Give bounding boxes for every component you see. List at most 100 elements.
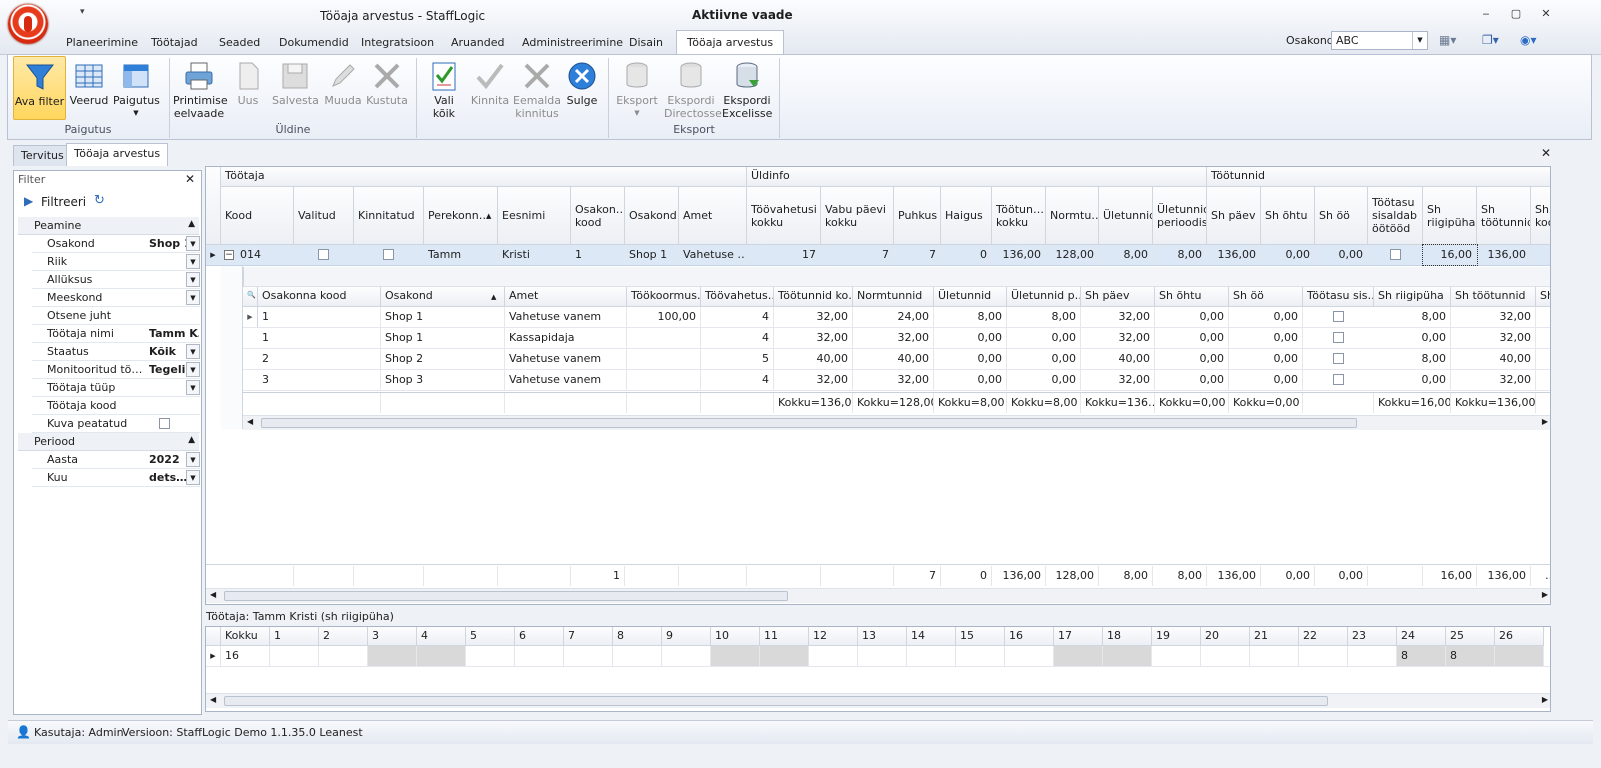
- filter-row[interactable]: Aasta 2022 ▼: [32, 451, 200, 469]
- chevron-down-icon[interactable]: ▼: [186, 254, 200, 269]
- column-header[interactable]: Töötasu sis…: [1303, 287, 1374, 307]
- chevron-down-icon[interactable]: ▼: [186, 470, 200, 485]
- filter-row[interactable]: Osakond Shop 1 ▼: [32, 235, 200, 253]
- column-header[interactable]: Sh töötunnid: [1451, 287, 1536, 307]
- export-directo-button[interactable]: Ekspordi Directosse: [664, 56, 722, 120]
- filter-row[interactable]: Kuu dets… ▼: [32, 469, 200, 487]
- column-header[interactable]: Valitud: [294, 187, 354, 245]
- filter-row[interactable]: Otsene juht: [32, 307, 200, 325]
- scroll-left-icon[interactable]: ◀: [247, 417, 253, 426]
- scroll-left-icon[interactable]: ◀: [210, 695, 216, 704]
- detail-search-icon[interactable]: 🔍: [243, 287, 258, 307]
- day-column-header[interactable]: 12: [809, 627, 858, 646]
- table-row[interactable]: ▶ 1 Shop 1 Vahetuse vanem 100,00 4 32,00 24,00 8…: [243, 307, 1550, 328]
- column-header[interactable]: Ületunnid p…: [1007, 287, 1081, 307]
- day-column-header[interactable]: 19: [1152, 627, 1201, 646]
- day-column-header[interactable]: 21: [1250, 627, 1299, 646]
- day-column-header[interactable]: 22: [1299, 627, 1348, 646]
- scroll-left-icon[interactable]: ◀: [210, 590, 216, 599]
- column-header[interactable]: Puhkus: [894, 187, 941, 245]
- table-row[interactable]: ▶ 16 8 8: [206, 646, 1550, 667]
- day-column-header[interactable]: 23: [1348, 627, 1397, 646]
- show-suspended-checkbox[interactable]: [159, 418, 170, 429]
- chevron-down-icon[interactable]: ▼: [1412, 32, 1427, 49]
- day-column-header[interactable]: 6: [515, 627, 564, 646]
- scroll-thumb[interactable]: [261, 418, 1357, 428]
- close-doc-icon[interactable]: ✕: [1541, 146, 1551, 160]
- minimize-icon[interactable]: ‒: [1478, 7, 1494, 21]
- layout-button[interactable]: Paigutus ▼: [113, 56, 160, 120]
- filter-row[interactable]: Meeskond ▼: [32, 289, 200, 307]
- chevron-down-icon[interactable]: ▼: [186, 362, 200, 377]
- column-header[interactable]: Sh õhtu: [1155, 287, 1229, 307]
- day-column-header[interactable]: 4: [417, 627, 466, 646]
- column-header[interactable]: Eesnimi: [498, 187, 571, 245]
- table-row[interactable]: 2 Shop 2 Vahetuse vanem 5 40,00 40,00 0,00 0,00…: [243, 349, 1550, 370]
- day-column-header[interactable]: 24: [1397, 627, 1446, 646]
- category-peamine[interactable]: Peamine ▲: [18, 217, 199, 235]
- edit-button[interactable]: Muuda: [324, 56, 362, 120]
- row-checkbox[interactable]: [1389, 249, 1401, 260]
- day-column-header[interactable]: 17: [1054, 627, 1103, 646]
- day-column-header[interactable]: 15: [956, 627, 1005, 646]
- day-column-header[interactable]: 20: [1201, 627, 1250, 646]
- filter-row[interactable]: Monitooritud tö… Tegelik ▼: [32, 361, 200, 379]
- scroll-thumb[interactable]: [224, 696, 1328, 706]
- column-header[interactable]: Osakonna kood: [258, 287, 381, 307]
- table-row[interactable]: 1 Shop 1 Kassapidaja 4 32,00 32,00 0,00 0,00 32,…: [243, 328, 1550, 349]
- column-header[interactable]: Kood: [221, 187, 294, 245]
- delete-button[interactable]: Kustuta: [366, 56, 408, 120]
- column-header[interactable]: Haigus: [941, 187, 992, 245]
- tab-seaded[interactable]: Seaded: [219, 33, 260, 54]
- filter-row[interactable]: Töötaja nimiTamm K…: [32, 325, 200, 343]
- scroll-right-icon[interactable]: ▶: [1542, 695, 1548, 704]
- filter-row[interactable]: Allüksus ▼: [32, 271, 200, 289]
- select-all-button[interactable]: Vali kõik: [422, 56, 466, 120]
- column-header[interactable]: Töövahetus…: [701, 287, 774, 307]
- table-row[interactable]: ▶ −014 Tamm Kristi 1 Shop 1 Vahetuse … 17 7 7 0 136…: [206, 244, 1550, 266]
- close-window-icon[interactable]: ✕: [1538, 7, 1554, 21]
- column-header[interactable]: Töövahetusi kokku: [747, 187, 821, 245]
- column-header[interactable]: Osakon… kood: [571, 187, 625, 245]
- row-checkbox[interactable]: [1332, 374, 1344, 385]
- column-header[interactable]: Amet: [505, 287, 627, 307]
- column-header[interactable]: Osakond: [625, 187, 679, 245]
- export-excel-button[interactable]: Ekspordi Excelisse: [722, 56, 772, 120]
- column-header[interactable]: Normtunnid: [853, 287, 934, 307]
- column-header[interactable]: Kinnitatud: [354, 187, 424, 245]
- help-icon[interactable]: ◉▾: [1520, 33, 1546, 49]
- day-column-header[interactable]: 10: [711, 627, 760, 646]
- tab-tootajad[interactable]: Töötajad: [151, 33, 198, 54]
- filter-row[interactable]: Staatus Kõik ▼: [32, 343, 200, 361]
- bottom-horizontal-scrollbar[interactable]: ◀ ▶: [206, 693, 1550, 708]
- main-horizontal-scrollbar[interactable]: ◀ ▶: [206, 588, 1550, 603]
- tab-disain[interactable]: Disain: [629, 33, 663, 54]
- new-button[interactable]: Uus: [230, 56, 266, 120]
- osakond-select[interactable]: ABC ▼: [1331, 31, 1428, 50]
- detail-horizontal-scrollbar[interactable]: ◀ ▶: [243, 415, 1550, 430]
- column-header[interactable]: Sh öö: [1229, 287, 1303, 307]
- open-filter-button[interactable]: Ava filter: [13, 56, 66, 120]
- column-header[interactable]: Sh koo: [1531, 187, 1550, 245]
- row-checkbox[interactable]: [1332, 311, 1344, 322]
- tab-integratsioon[interactable]: Integratsioon: [361, 33, 434, 54]
- day-column-header[interactable]: 2: [319, 627, 368, 646]
- chevron-down-icon[interactable]: ▼: [186, 380, 200, 395]
- column-header[interactable]: Töötasu sisaldab öötööd: [1368, 187, 1423, 245]
- column-header[interactable]: Sh õhtu: [1261, 187, 1315, 245]
- day-column-header[interactable]: 3: [368, 627, 417, 646]
- refresh-icon[interactable]: ↻: [94, 193, 105, 208]
- doc-tab-tooaja-arvestus[interactable]: Tööaja arvestus: [66, 143, 169, 166]
- tab-dokumendid[interactable]: Dokumendid: [279, 33, 349, 54]
- day-column-header[interactable]: 1: [270, 627, 319, 646]
- scroll-right-icon[interactable]: ▶: [1542, 417, 1548, 426]
- row-checkbox[interactable]: [1332, 353, 1344, 364]
- column-header[interactable]: Sh päev: [1207, 187, 1261, 245]
- column-header[interactable]: Töökoormus…: [627, 287, 701, 307]
- tab-tooaja-arvestus[interactable]: Tööaja arvestus: [676, 30, 785, 55]
- maximize-icon[interactable]: ▢: [1508, 7, 1524, 21]
- column-header[interactable]: Töötun… kokku: [992, 187, 1046, 245]
- doc-tab-tervitus[interactable]: Tervitus: [13, 145, 72, 166]
- column-header[interactable]: Ületunnid perioodis: [1153, 187, 1207, 245]
- row-checkbox[interactable]: [1332, 332, 1344, 343]
